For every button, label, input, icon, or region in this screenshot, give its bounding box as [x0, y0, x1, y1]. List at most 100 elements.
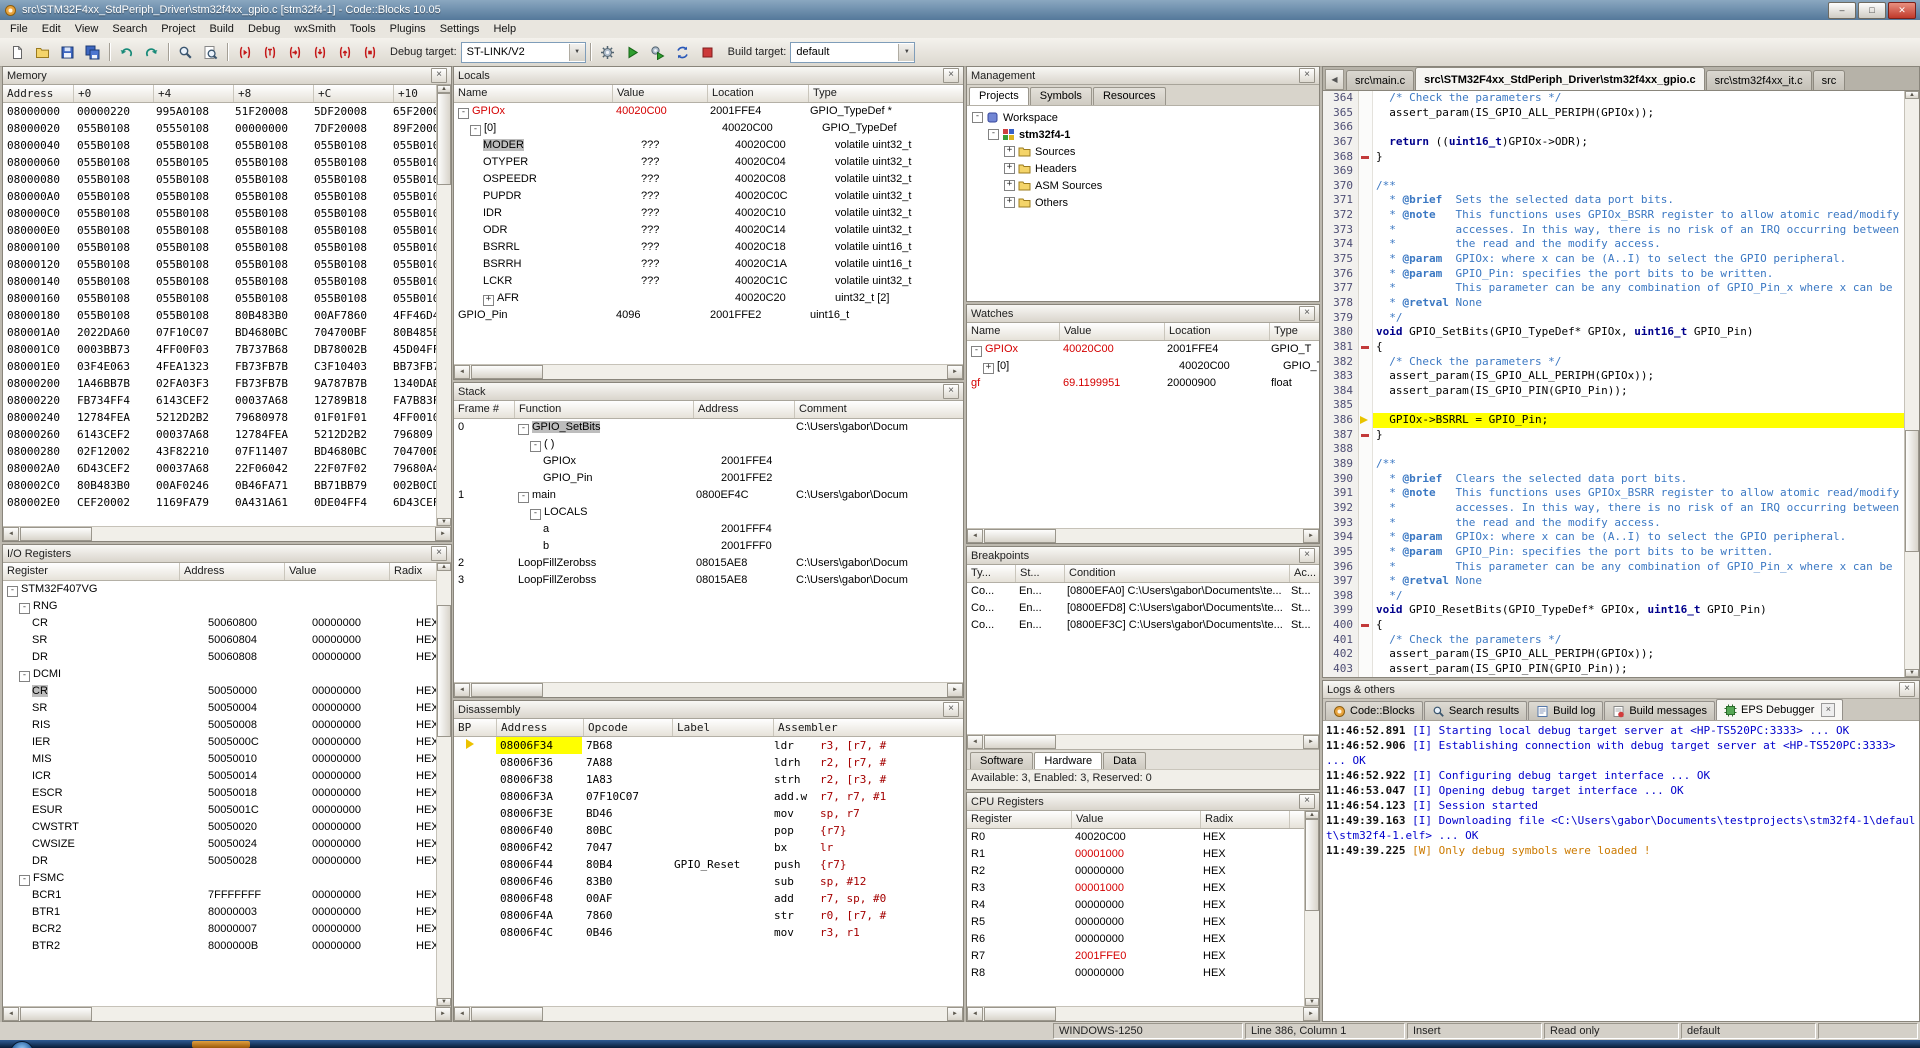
breakpoints-tab-hardware[interactable]: Hardware [1034, 752, 1102, 769]
horizontal-scrollbar[interactable]: ◄► [454, 682, 963, 697]
code-line[interactable]: 397 * @retval None [1323, 574, 1905, 589]
cpu-register-row[interactable]: R72001FFE0HEX [967, 948, 1319, 965]
log-tab-code-blocks[interactable]: Code::Blocks [1325, 701, 1423, 720]
debug-next-line-button[interactable] [282, 40, 307, 64]
tree-expander[interactable]: - [19, 603, 30, 614]
memory-row[interactable]: 08000080055B0108055B0108055B0108055B0108… [3, 171, 451, 188]
stack-frame-row[interactable]: 3LoopFillZerobss08015AE8C:\Users\gabor\D… [454, 572, 963, 589]
scroll-right-button[interactable]: ► [435, 1007, 451, 1021]
tree-expander[interactable]: + [1004, 197, 1015, 208]
code-line[interactable]: 384 assert_param(IS_GPIO_PIN(GPIO_Pin)); [1323, 384, 1905, 399]
horizontal-scrollbar[interactable]: ◄► [967, 1006, 1319, 1021]
memory-row[interactable]: 08000040055B0108055B0108055B0108055B0108… [3, 137, 451, 154]
stack-frame-row[interactable]: -LOCALS [454, 504, 963, 521]
menu-search[interactable]: Search [105, 21, 154, 37]
memory-row[interactable]: 080002001A46BB7B02FA03F3FB73FB7B9A787B7B… [3, 375, 451, 392]
menu-file[interactable]: File [3, 21, 35, 37]
code-line[interactable]: 377 * This parameter can be any combinat… [1323, 281, 1905, 296]
scroll-down-button[interactable]: ▼ [437, 998, 451, 1006]
io-register-row[interactable]: ESCR5005001800000000HEX [3, 785, 451, 802]
cpu-register-row[interactable]: R500000000HEX [967, 914, 1319, 931]
scroll-thumb[interactable] [984, 529, 1056, 543]
locals-row[interactable]: +AFR40020C20uint32_t [2] [454, 290, 963, 307]
horizontal-scrollbar[interactable]: ◄► [967, 528, 1319, 543]
editor-tab-src[interactable]: src [1813, 70, 1846, 91]
locals-row[interactable]: PUPDR???40020C0Cvolatile uint32_t [454, 188, 963, 205]
scroll-thumb[interactable] [984, 1007, 1056, 1021]
code-line[interactable]: 372 * @note This functions uses GPIOx_BS… [1323, 208, 1905, 223]
io-register-row[interactable]: SR5006080400000000HEX [3, 632, 451, 649]
tree-expander[interactable]: + [1004, 163, 1015, 174]
io-register-row[interactable]: -STM32F407VG [3, 581, 451, 598]
scroll-track[interactable] [1305, 819, 1319, 998]
scroll-left-button[interactable]: ◄ [454, 365, 470, 379]
column-header[interactable]: Comment [795, 401, 963, 418]
menu-plugins[interactable]: Plugins [383, 21, 433, 37]
close-panel-button[interactable]: × [431, 68, 447, 83]
minimize-button[interactable]: – [1828, 2, 1856, 19]
locals-row[interactable]: GPIO_Pin40962001FFE2uint16_t [454, 307, 963, 324]
io-register-row[interactable]: CR5005000000000000HEX [3, 683, 451, 700]
cpu-register-row[interactable]: R100001000HEX [967, 846, 1319, 863]
tree-expander[interactable]: - [971, 346, 982, 357]
scroll-track[interactable] [1905, 99, 1919, 669]
io-register-row[interactable]: BTR18000000300000000HEX [3, 904, 451, 921]
code-line[interactable]: 396 * This parameter can be any combinat… [1323, 560, 1905, 575]
taskbar-app-button[interactable] [192, 1041, 250, 1048]
rebuild-button[interactable] [670, 40, 695, 64]
column-header[interactable]: Function [515, 401, 694, 418]
disassembly-row[interactable]: 08006F4683B0subsp, #12 [454, 873, 963, 890]
scroll-left-button[interactable]: ◄ [967, 735, 983, 749]
scroll-track[interactable] [543, 1007, 947, 1021]
io-register-row[interactable]: DR5005002800000000HEX [3, 853, 451, 870]
io-register-row[interactable]: -RNG [3, 598, 451, 615]
maximize-button[interactable]: □ [1858, 2, 1886, 19]
scroll-thumb[interactable] [471, 1007, 543, 1021]
watch-row[interactable]: gf69.119995120000900float [967, 375, 1319, 392]
io-register-row[interactable]: BTR28000000B00000000HEX [3, 938, 451, 955]
memory-row[interactable]: 0800024012784FEA5212D2B27968097801F01F01… [3, 409, 451, 426]
scroll-track[interactable] [92, 1007, 435, 1021]
memory-row[interactable]: 080000C0055B0108055B0108055B0108055B0108… [3, 205, 451, 222]
code-line[interactable]: 390 * @brief Clears the selected data po… [1323, 472, 1905, 487]
memory-row[interactable]: 08000100055B0108055B0108055B0108055B0108… [3, 239, 451, 256]
disassembly-row[interactable]: 08006F3EBD46movsp, r7 [454, 805, 963, 822]
stack-frame-row[interactable]: -( ) [454, 436, 963, 453]
column-header[interactable]: Value [1060, 323, 1165, 340]
breakpoint-row[interactable]: Co...En...[0800EF3C] C:\Users\gabor\Docu… [967, 617, 1319, 634]
io-register-row[interactable]: RIS5005000800000000HEX [3, 717, 451, 734]
tree-expander[interactable]: - [19, 671, 30, 682]
disassembly-row[interactable]: 08006F381A83strhr2, [r3, # [454, 771, 963, 788]
column-header[interactable]: Frame # [454, 401, 515, 418]
horizontal-scrollbar[interactable]: ◄► [3, 526, 451, 541]
menu-build[interactable]: Build [202, 21, 240, 37]
scroll-track[interactable] [92, 527, 435, 541]
column-header[interactable]: Value [285, 563, 390, 580]
io-register-row[interactable]: MIS5005001000000000HEX [3, 751, 451, 768]
code-line[interactable]: 392 * accesses. In this way, there is no… [1323, 501, 1905, 516]
code-line[interactable]: 379 */ [1323, 311, 1905, 326]
column-header[interactable]: +0 [74, 85, 154, 102]
column-header[interactable]: Address [3, 85, 74, 102]
open-file-button[interactable] [30, 40, 55, 64]
tree-expander[interactable]: - [458, 108, 469, 119]
disassembly-row[interactable]: 08006F367A88ldrhr2, [r7, # [454, 754, 963, 771]
code-line[interactable]: 394 * @param GPIOx: where x can be (A..I… [1323, 530, 1905, 545]
column-header[interactable]: Value [1072, 811, 1201, 828]
locals-row[interactable]: OTYPER???40020C04volatile uint32_t [454, 154, 963, 171]
scroll-right-button[interactable]: ► [947, 365, 963, 379]
menu-settings[interactable]: Settings [433, 21, 487, 37]
io-register-row[interactable]: SR5005000400000000HEX [3, 700, 451, 717]
column-header[interactable]: Type [809, 85, 963, 102]
debug-target-select[interactable]: ST-LINK/V2 ▼ [461, 42, 586, 63]
cpu-register-row[interactable]: R200000000HEX [967, 863, 1319, 880]
project-tree-item[interactable]: -stm32f4-1 [967, 126, 1319, 143]
close-panel-button[interactable]: × [943, 384, 959, 399]
debug-run-to-cursor-button[interactable] [257, 40, 282, 64]
scroll-right-button[interactable]: ► [1303, 735, 1319, 749]
io-register-row[interactable]: BCR17FFFFFFF00000000HEX [3, 887, 451, 904]
code-line[interactable]: 402 assert_param(IS_GPIO_ALL_PERIPH(GPIO… [1323, 647, 1905, 662]
scroll-right-button[interactable]: ► [435, 527, 451, 541]
code-line[interactable]: 400{ [1323, 618, 1905, 633]
log-tab-build-messages[interactable]: Build messages [1604, 701, 1715, 720]
